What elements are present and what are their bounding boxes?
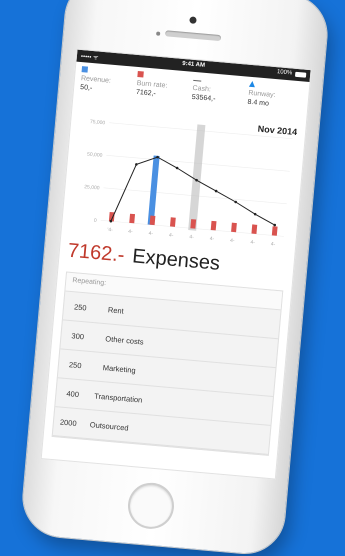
revenue-bar [147, 155, 160, 225]
burn-bar [251, 224, 258, 234]
battery-icon [294, 71, 307, 78]
burn-bar [190, 219, 197, 229]
burn-bar [210, 220, 217, 231]
metric-label: Burn rate: [136, 79, 168, 90]
y-tick-label: 75,000 [90, 119, 106, 126]
expense-category: Rent [107, 305, 125, 316]
burn-bar [169, 217, 176, 227]
current-month-highlight [188, 124, 206, 231]
metric-value: 53564,- [191, 93, 216, 103]
proximity-sensor [156, 31, 161, 36]
x-tick-label: 4- [230, 238, 235, 244]
burn-bar [149, 215, 156, 226]
cash-flow-chart[interactable]: 75,000 50,000 25,000 0'4- 4- 4- 4- 4- 4- 4- 4- 4- N… [61, 105, 306, 259]
burn-bar [271, 226, 278, 236]
phone-screen: ••••• ᯤ 9:41 AM 100% Revenue: 50,- Burn … [40, 48, 312, 480]
x-tick-label: 4- [209, 236, 214, 242]
x-tick-label: 4- [169, 232, 174, 238]
metric-value: 7162,- [135, 88, 157, 98]
metric-runway[interactable]: Runway: 8.4 mo [246, 80, 305, 126]
metric-burn-rate[interactable]: Burn rate: 7162,- [134, 71, 193, 116]
expense-amount: 250 [68, 360, 82, 371]
x-tick-label: '4- [107, 227, 113, 233]
phone-frame: ••••• ᯤ 9:41 AM 100% Revenue: 50,- Burn … [20, 0, 330, 556]
expense-amount: 400 [66, 389, 80, 400]
earpiece-speaker [164, 30, 222, 42]
battery-percent: 100% [276, 69, 293, 77]
x-tick-label: 4- [148, 231, 153, 237]
metric-value: 50,- [79, 84, 93, 93]
expense-amount: 2000 [59, 417, 77, 429]
x-tick-label: 4- [189, 234, 194, 240]
expense-category: Transportation [93, 391, 143, 405]
runway-icon [248, 80, 256, 88]
x-tick-label: 4- [128, 229, 133, 235]
metric-revenue[interactable]: Revenue: 50,- [79, 66, 138, 111]
metric-cash[interactable]: Cash: 53564,- [190, 76, 249, 121]
expense-category: Outsourced [89, 420, 129, 433]
metric-value: 8.4 mo [247, 98, 270, 108]
revenue-icon [81, 66, 89, 73]
expense-category: Other costs [105, 334, 145, 347]
metric-label: Cash: [192, 84, 212, 94]
expenses-list: Repeating: 250 Rent 300 Other costs 250 … [51, 271, 284, 456]
y-tick-label: 0 [94, 218, 98, 224]
front-camera [189, 16, 197, 24]
cash-line-icon [193, 79, 202, 82]
home-button[interactable] [128, 483, 174, 529]
metric-label: Runway: [248, 89, 276, 100]
expense-category: Marketing [102, 363, 137, 375]
y-tick-label: 50,000 [87, 152, 103, 159]
burn-rate-icon [137, 71, 144, 78]
expense-amount: 250 [73, 302, 87, 313]
expense-amount: 300 [71, 331, 85, 342]
burn-bar [129, 213, 136, 224]
x-tick-label: 4- [250, 239, 255, 245]
y-tick-label: 25,000 [84, 184, 100, 191]
x-tick-label: 4- [271, 241, 276, 247]
burn-bar [231, 222, 237, 233]
metric-label: Revenue: [80, 75, 112, 85]
